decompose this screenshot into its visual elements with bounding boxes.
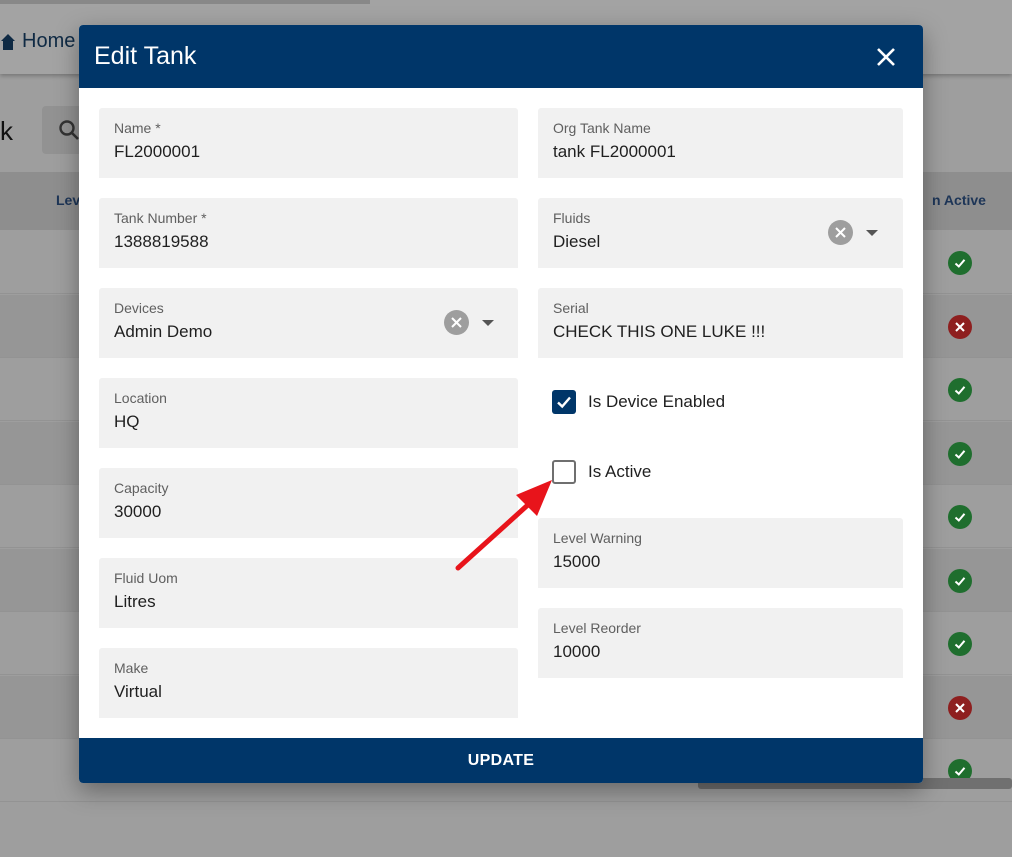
is-active-row[interactable]: Is Active xyxy=(552,460,651,484)
check-circle-icon xyxy=(948,505,972,529)
capacity-field[interactable]: Capacity 30000 xyxy=(99,468,518,538)
devices-label: Devices xyxy=(114,300,164,316)
location-field[interactable]: Location HQ xyxy=(99,378,518,448)
serial-field[interactable]: Serial CHECK THIS ONE LUKE !!! xyxy=(538,288,903,358)
is-device-enabled-label: Is Device Enabled xyxy=(588,392,726,411)
tank-number-field[interactable]: Tank Number * 1388819588 xyxy=(99,198,518,268)
level-reorder-value: 10000 xyxy=(553,642,601,661)
serial-label: Serial xyxy=(553,300,589,316)
chevron-down-icon[interactable] xyxy=(482,320,494,326)
is-active-label: Is Active xyxy=(588,462,652,481)
check-circle-icon xyxy=(948,632,972,656)
fluid-uom-label: Fluid Uom xyxy=(114,570,178,586)
tank-number-value: 1388819588 xyxy=(114,232,209,251)
update-label: UPDATE xyxy=(467,751,535,769)
capacity-value: 30000 xyxy=(114,502,162,521)
edit-tank-dialog: Edit Tank Name * FL2000001 Tank Number *… xyxy=(79,25,923,783)
home-label: Home xyxy=(22,30,76,52)
chevron-down-icon[interactable] xyxy=(866,230,878,236)
level-reorder-field[interactable]: Level Reorder 10000 xyxy=(538,608,903,678)
column-header-active[interactable]: n Active xyxy=(932,192,986,208)
column-header-level[interactable]: Lev xyxy=(56,192,80,208)
make-field[interactable]: Make Virtual xyxy=(99,648,518,718)
org-tank-name-field[interactable]: Org Tank Name tank FL2000001 xyxy=(538,108,903,178)
level-reorder-label: Level Reorder xyxy=(553,620,641,636)
page-title-fragment: k xyxy=(0,116,13,146)
is-active-checkbox[interactable] xyxy=(552,460,576,484)
capacity-label: Capacity xyxy=(114,480,169,496)
dialog-header: Edit Tank xyxy=(79,25,923,88)
close-icon[interactable] xyxy=(875,46,897,68)
update-button[interactable]: UPDATE xyxy=(79,738,923,783)
is-device-enabled-checkbox[interactable] xyxy=(552,390,576,414)
make-value: Virtual xyxy=(114,682,162,701)
devices-select[interactable]: Devices Admin Demo xyxy=(99,288,518,358)
check-circle-icon xyxy=(948,251,972,275)
location-label: Location xyxy=(114,390,167,406)
breadcrumb-home[interactable]: Home xyxy=(0,30,75,53)
search-icon xyxy=(59,120,79,140)
make-label: Make xyxy=(114,660,149,676)
name-label: Name * xyxy=(114,120,161,136)
top-strip xyxy=(0,0,370,4)
is-device-enabled-row[interactable]: Is Device Enabled xyxy=(552,390,725,414)
x-circle-icon xyxy=(948,314,972,339)
fluid-uom-value: Litres xyxy=(114,592,156,611)
serial-value: CHECK THIS ONE LUKE !!! xyxy=(553,322,766,341)
home-icon xyxy=(1,33,15,50)
dialog-body: Name * FL2000001 Tank Number * 138881958… xyxy=(79,88,923,738)
check-icon xyxy=(557,396,571,409)
fluids-select[interactable]: Fluids Diesel xyxy=(538,198,903,268)
name-field[interactable]: Name * FL2000001 xyxy=(99,108,518,178)
dialog-title: Edit Tank xyxy=(94,42,197,70)
level-warning-field[interactable]: Level Warning 15000 xyxy=(538,518,903,588)
check-circle-icon xyxy=(948,441,972,466)
tank-number-label: Tank Number * xyxy=(114,210,207,226)
org-tank-name-value: tank FL2000001 xyxy=(553,142,676,161)
clear-circle-icon[interactable] xyxy=(828,220,853,245)
org-tank-name-label: Org Tank Name xyxy=(553,120,651,136)
fluid-uom-field[interactable]: Fluid Uom Litres xyxy=(99,558,518,628)
x-circle-icon xyxy=(948,695,972,720)
check-circle-icon xyxy=(948,378,972,402)
check-circle-icon xyxy=(948,568,972,593)
name-value: FL2000001 xyxy=(114,142,201,161)
level-warning-label: Level Warning xyxy=(553,530,642,546)
location-value: HQ xyxy=(114,412,140,431)
level-warning-value: 15000 xyxy=(553,552,601,571)
clear-circle-icon[interactable] xyxy=(444,310,469,335)
